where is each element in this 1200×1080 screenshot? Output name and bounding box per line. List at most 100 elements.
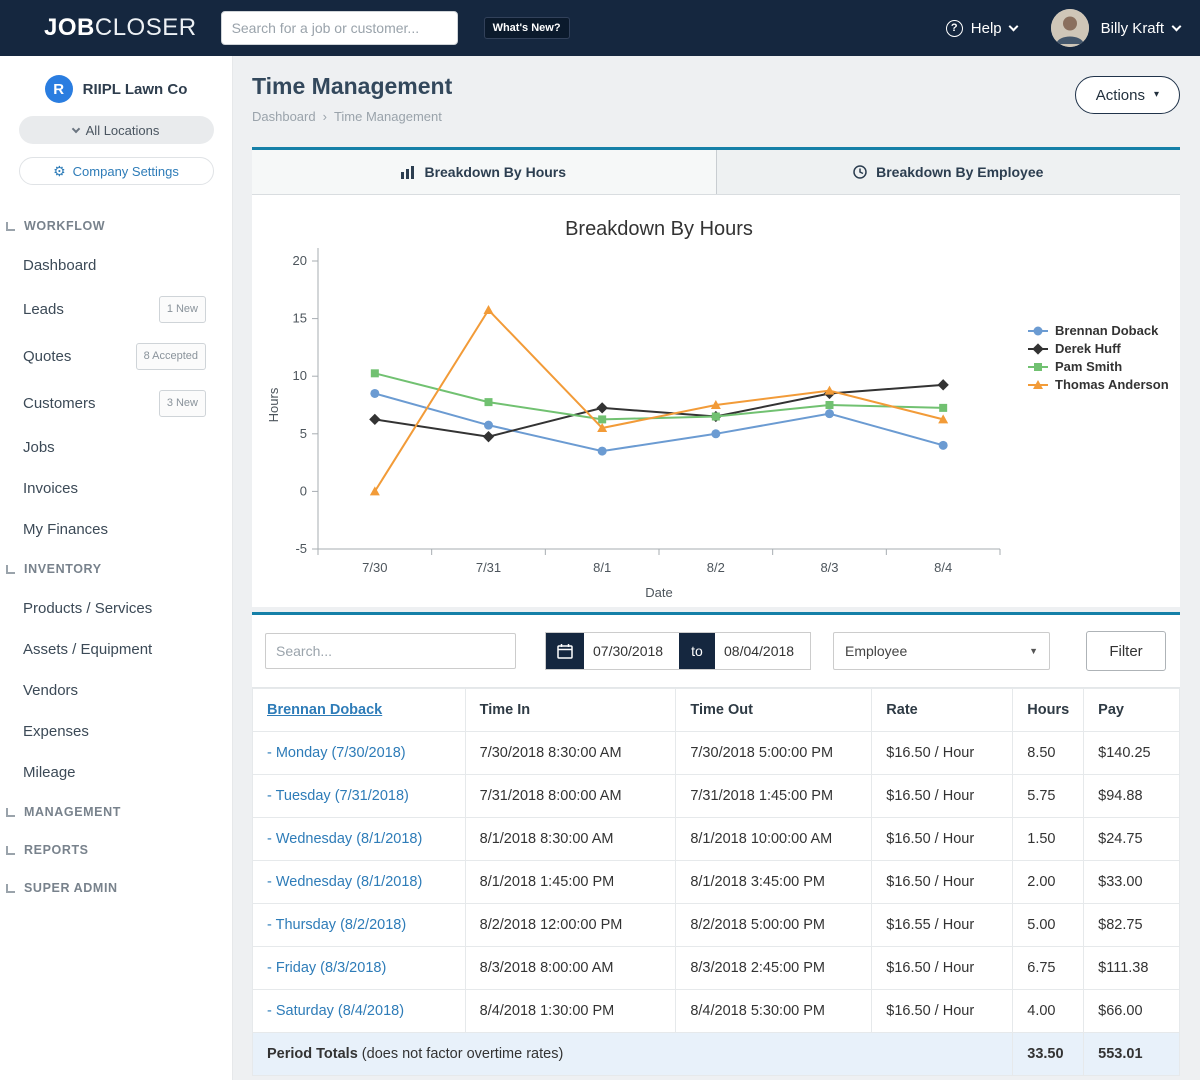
tab-breakdown-by-hours[interactable]: Breakdown By Hours (252, 150, 716, 194)
svg-text:Derek Huff: Derek Huff (1055, 341, 1121, 356)
cell-time-out: 8/1/2018 10:00:00 AM (676, 818, 872, 861)
calendar-button[interactable] (546, 633, 584, 669)
cell-day: - Thursday (8/2/2018) (253, 904, 466, 947)
actions-button[interactable]: Actions ▾ (1075, 76, 1180, 114)
day-link[interactable]: - Saturday (8/4/2018) (267, 1003, 404, 1019)
quotes-badge: 8 Accepted (136, 343, 206, 370)
nav-section-workflow[interactable]: WORKFLOW (0, 207, 232, 245)
sidebar-item-jobs[interactable]: Jobs (0, 427, 232, 468)
cell-pay: $94.88 (1084, 775, 1180, 818)
table-row: - Saturday (8/4/2018) 8/4/2018 1:30:00 P… (253, 990, 1180, 1033)
nav-section-label: SUPER ADMIN (24, 881, 118, 895)
day-link[interactable]: - Wednesday (8/1/2018) (267, 831, 422, 847)
cell-day: - Monday (7/30/2018) (253, 732, 466, 775)
cell-rate: $16.50 / Hour (872, 990, 1013, 1033)
sidebar-item-dashboard[interactable]: Dashboard (0, 245, 232, 286)
filter-button[interactable]: Filter (1086, 631, 1166, 671)
chevron-down-icon (1172, 21, 1182, 31)
sidebar-item-assets-equipment[interactable]: Assets / Equipment (0, 629, 232, 670)
whats-new-button[interactable]: What's New? (484, 17, 570, 39)
filter-bar: to Employee ▼ Filter (252, 615, 1180, 688)
cell-rate: $16.50 / Hour (872, 861, 1013, 904)
cell-pay: $82.75 (1084, 904, 1180, 947)
nav-item-label: Mileage (23, 762, 76, 783)
svg-text:Brennan Doback: Brennan Doback (1055, 323, 1159, 338)
topbar-right: ? Help Billy Kraft (946, 9, 1180, 47)
sidebar-item-expenses[interactable]: Expenses (0, 711, 232, 752)
day-link[interactable]: - Wednesday (8/1/2018) (267, 874, 422, 890)
sidebar-item-leads[interactable]: Leads 1 New (0, 286, 232, 333)
nav-section-inventory[interactable]: INVENTORY (0, 550, 232, 588)
table-search-input[interactable] (265, 633, 516, 669)
col-rate: Rate (872, 689, 1013, 732)
breadcrumb-dashboard[interactable]: Dashboard (252, 109, 316, 124)
nav-item-label: Quotes (23, 346, 71, 367)
cell-pay: $140.25 (1084, 732, 1180, 775)
collapse-icon (6, 846, 15, 855)
cell-time-in: 7/31/2018 8:00:00 AM (465, 775, 676, 818)
cell-hours: 5.00 (1013, 904, 1084, 947)
company-settings-button[interactable]: ⚙ Company Settings (19, 157, 214, 185)
sidebar-item-mileage[interactable]: Mileage (0, 752, 232, 793)
sidebar-nav: WORKFLOW Dashboard Leads 1 New Quotes 8 … (0, 207, 232, 907)
chevron-down-icon (1008, 21, 1018, 31)
period-totals-bold: Period Totals (267, 1046, 358, 1062)
collapse-icon (6, 222, 15, 231)
cell-hours: 5.75 (1013, 775, 1084, 818)
day-link[interactable]: - Friday (8/3/2018) (267, 960, 386, 976)
locations-label: All Locations (86, 123, 160, 138)
period-totals-pay: 553.01 (1084, 1033, 1180, 1076)
calendar-icon (557, 643, 573, 659)
sidebar-item-invoices[interactable]: Invoices (0, 468, 232, 509)
day-link[interactable]: - Thursday (8/2/2018) (267, 917, 406, 933)
sidebar-item-quotes[interactable]: Quotes 8 Accepted (0, 333, 232, 380)
nav-section-label: REPORTS (24, 843, 89, 857)
cell-rate: $16.50 / Hour (872, 818, 1013, 861)
nav-section-super-admin[interactable]: SUPER ADMIN (0, 869, 232, 907)
page-title: Time Management (252, 73, 452, 100)
nav-section-management[interactable]: MANAGEMENT (0, 793, 232, 831)
svg-text:8/3: 8/3 (820, 560, 838, 575)
table-row: - Monday (7/30/2018) 7/30/2018 8:30:00 A… (253, 732, 1180, 775)
cell-rate: $16.50 / Hour (872, 775, 1013, 818)
user-name: Billy Kraft (1101, 20, 1164, 37)
sidebar-item-customers[interactable]: Customers 3 New (0, 380, 232, 427)
sidebar-item-products-services[interactable]: Products / Services (0, 588, 232, 629)
cell-time-in: 8/4/2018 1:30:00 PM (465, 990, 676, 1033)
user-menu[interactable]: Billy Kraft (1101, 20, 1180, 37)
date-to-input[interactable] (715, 633, 810, 669)
svg-text:7/31: 7/31 (476, 560, 501, 575)
collapse-icon (6, 884, 15, 893)
help-menu[interactable]: ? Help (946, 20, 1017, 37)
employee-select[interactable]: Employee ▼ (833, 632, 1050, 670)
tab-breakdown-by-employee[interactable]: Breakdown By Employee (716, 150, 1181, 194)
nav-item-label: My Finances (23, 519, 108, 540)
cell-pay: $111.38 (1084, 947, 1180, 990)
app-logo[interactable]: JOBCLOSER (44, 14, 197, 42)
svg-text:8/1: 8/1 (593, 560, 611, 575)
breadcrumb: Dashboard › Time Management (252, 109, 452, 124)
nav-section-label: INVENTORY (24, 562, 102, 576)
nav-section-reports[interactable]: REPORTS (0, 831, 232, 869)
nav-item-label: Expenses (23, 721, 89, 742)
company-switcher[interactable]: R RIIPL Lawn Co (0, 56, 232, 103)
breakdown-by-hours-chart: Breakdown By Hours20151050-57/307/318/18… (252, 195, 1180, 607)
date-from-input[interactable] (584, 633, 679, 669)
global-search-input[interactable] (221, 11, 458, 45)
all-locations-dropdown[interactable]: All Locations (19, 116, 214, 144)
cell-time-in: 8/1/2018 1:45:00 PM (465, 861, 676, 904)
sidebar-item-vendors[interactable]: Vendors (0, 670, 232, 711)
avatar[interactable] (1051, 9, 1089, 47)
nav-item-label: Assets / Equipment (23, 639, 152, 660)
day-link[interactable]: - Monday (7/30/2018) (267, 745, 406, 761)
sidebar-item-my-finances[interactable]: My Finances (0, 509, 232, 550)
employee-link[interactable]: Brennan Doback (267, 702, 382, 718)
svg-text:15: 15 (293, 311, 307, 326)
cell-rate: $16.50 / Hour (872, 947, 1013, 990)
svg-text:10: 10 (293, 368, 307, 383)
gear-icon: ⚙ (53, 164, 66, 178)
nav-section-label: WORKFLOW (24, 219, 105, 233)
cell-time-in: 7/30/2018 8:30:00 AM (465, 732, 676, 775)
day-link[interactable]: - Tuesday (7/31/2018) (267, 788, 409, 804)
table-row: - Tuesday (7/31/2018) 7/31/2018 8:00:00 … (253, 775, 1180, 818)
